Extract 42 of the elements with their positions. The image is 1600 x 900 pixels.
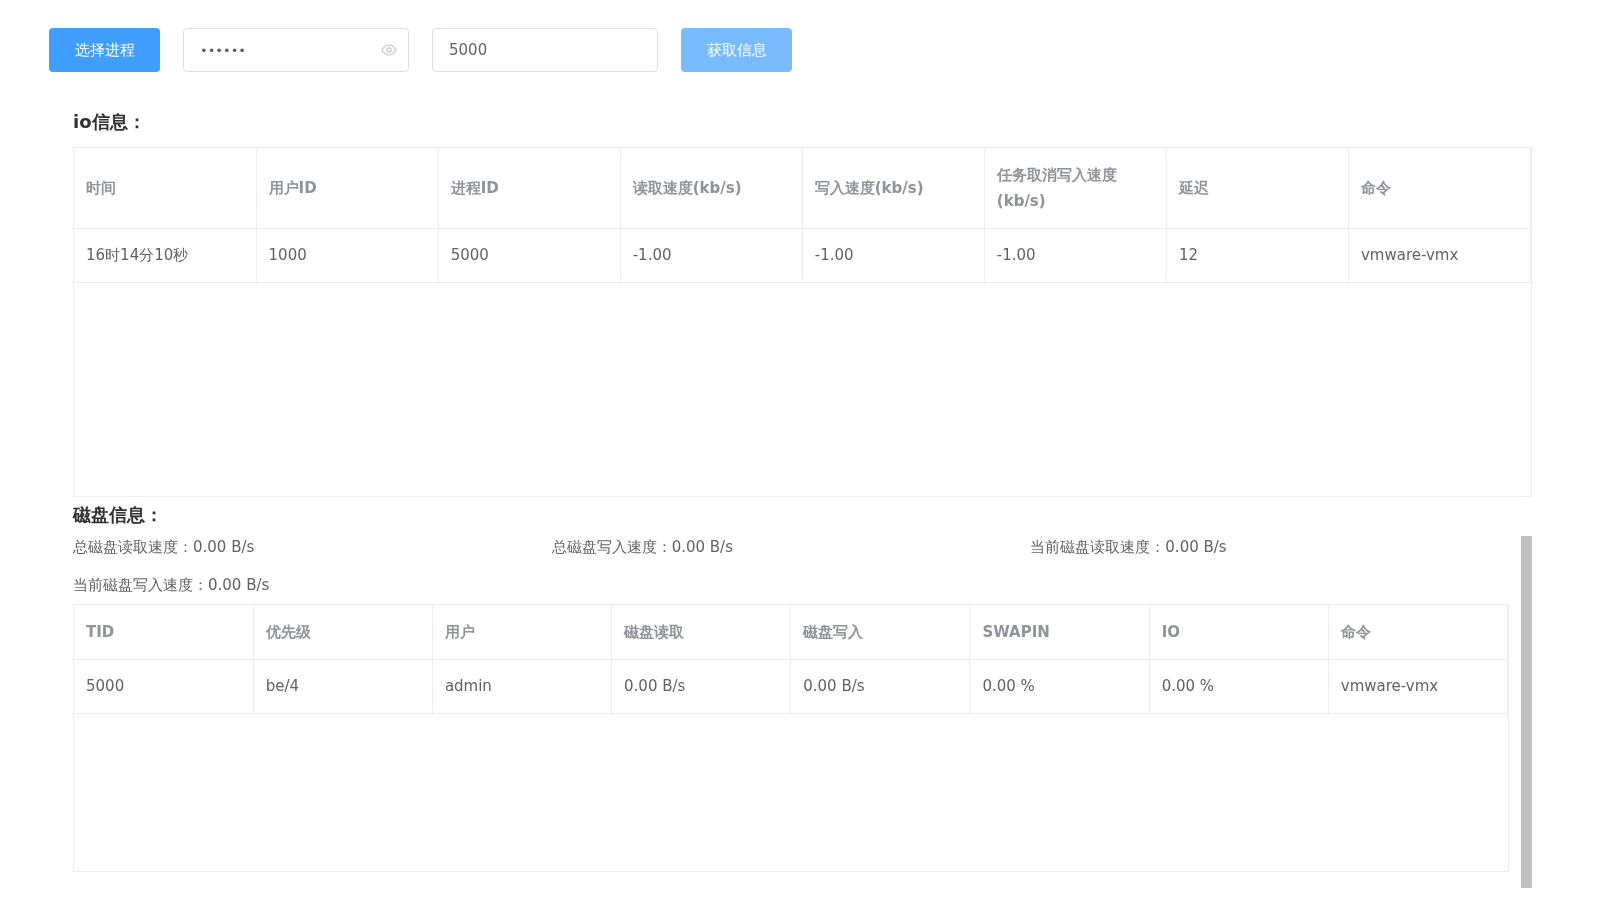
scrollbar[interactable] (1521, 536, 1532, 888)
table-cell: 0.00 B/s (790, 659, 970, 713)
table-cell: 12 (1166, 228, 1349, 282)
table-cell: 0.00 % (969, 659, 1150, 713)
table-cell: 16时14分10秒 (74, 228, 257, 282)
section-title: io信息： (73, 110, 147, 134)
table-cell: vmware-vmx (1348, 228, 1531, 282)
column-header: 进程ID (438, 148, 621, 228)
table-cell: 5000 (438, 228, 621, 282)
section-title: 磁盘信息： (73, 503, 164, 527)
column-header: 磁盘写入 (790, 605, 970, 659)
column-header: 命令 (1348, 148, 1531, 228)
column-header: IO (1149, 605, 1329, 659)
column-header: 用户 (432, 605, 612, 659)
table-cell: -1.00 (802, 228, 985, 282)
column-header: 磁盘读取 (611, 605, 791, 659)
stat-text: 当前磁盘读取速度：0.00 B/s (1030, 536, 1227, 558)
column-header: TID (74, 605, 254, 659)
column-header: 延迟 (1166, 148, 1349, 228)
table-cell: vmware-vmx (1328, 659, 1508, 713)
column-header: 用户ID (256, 148, 439, 228)
table-cell: 5000 (74, 659, 254, 713)
table-cell: -1.00 (620, 228, 803, 282)
table-cell: -1.00 (984, 228, 1167, 282)
table-cell: be/4 (253, 659, 433, 713)
stat-text: 总磁盘写入速度：0.00 B/s (551, 536, 733, 558)
column-header: 时间 (74, 148, 257, 228)
password-field[interactable]: •••••• (183, 28, 409, 72)
column-header: SWAPIN (969, 605, 1150, 659)
table-cell: admin (432, 659, 612, 713)
table-cell: 0.00 B/s (611, 659, 791, 713)
eye-icon[interactable] (381, 44, 397, 56)
column-header: 命令 (1328, 605, 1508, 659)
column-header: 写入速度(kb/s) (802, 148, 985, 228)
column-header: 优先级 (253, 605, 433, 659)
column-header: 任务取消写入速度(kb/s) (984, 148, 1167, 228)
stat-text: 总磁盘读取速度：0.00 B/s (73, 536, 255, 558)
table-cell: 1000 (256, 228, 439, 282)
column-header: 读取速度(kb/s) (620, 148, 803, 228)
pid-field[interactable]: 5000 (432, 28, 658, 72)
table-cell: 0.00 % (1149, 659, 1329, 713)
stat-text: 当前磁盘写入速度：0.00 B/s (73, 574, 270, 596)
